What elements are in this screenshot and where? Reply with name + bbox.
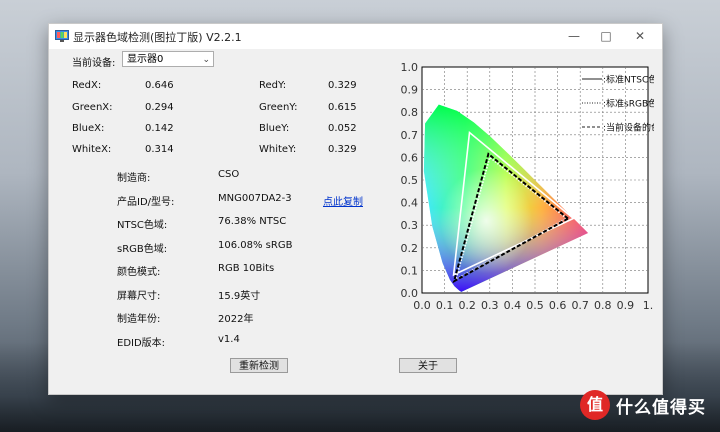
ntsc-value: 76.38% NTSC bbox=[218, 216, 287, 227]
bluey-value: 0.052 bbox=[328, 123, 357, 134]
legend-label-1: :标准sRGB色彩范围 bbox=[603, 98, 654, 110]
whitey-label: WhiteY: bbox=[259, 144, 297, 155]
x-tick-label: 1. bbox=[643, 299, 654, 312]
year-label: 制造年份: bbox=[117, 314, 161, 325]
screen-size-label: 屏幕尺寸: bbox=[117, 291, 161, 302]
device-selected-value: 显示器0 bbox=[127, 54, 164, 65]
y-tick-label: 0.6 bbox=[401, 151, 419, 164]
x-tick-label: 0.8 bbox=[594, 299, 612, 312]
greenx-label: GreenX: bbox=[72, 102, 113, 113]
y-tick-label: 0.2 bbox=[401, 242, 419, 255]
srgb-label: sRGB色域: bbox=[117, 244, 168, 255]
edid-label: EDID版本: bbox=[117, 338, 166, 349]
y-tick-label: 0.4 bbox=[401, 197, 419, 210]
x-tick-label: 0.7 bbox=[571, 299, 589, 312]
ntsc-label: NTSC色域: bbox=[117, 220, 168, 231]
greeny-value: 0.615 bbox=[328, 102, 357, 113]
redy-value: 0.329 bbox=[328, 80, 357, 91]
y-tick-label: 0.3 bbox=[401, 219, 419, 232]
device-select[interactable]: 显示器0 ⌄ bbox=[122, 51, 214, 67]
y-tick-label: 0.8 bbox=[401, 106, 419, 119]
device-label: 当前设备: bbox=[72, 58, 116, 69]
legend-label-2: :当前设备的色彩范围 bbox=[603, 122, 654, 134]
title-bar: 显示器色域检测(图拉丁版) V2.2.1 — □ ✕ bbox=[49, 24, 662, 49]
bluey-label: BlueY: bbox=[259, 123, 290, 134]
x-tick-label: 0.9 bbox=[617, 299, 635, 312]
monitor-icon bbox=[55, 30, 69, 42]
srgb-value: 106.08% sRGB bbox=[218, 240, 293, 251]
cie-chart: 0.0 0.1 0.2 0.3 0.4 0.5 0.6 0.7 0.8 0.9 1. 0.00.10… bbox=[401, 61, 655, 312]
manufacturer-value: CSO bbox=[218, 169, 240, 180]
redetect-button[interactable]: 重新检测 bbox=[230, 358, 288, 373]
whitey-value: 0.329 bbox=[328, 144, 357, 155]
maximize-icon[interactable]: □ bbox=[595, 26, 617, 46]
x-tick-label: 0.1 bbox=[436, 299, 454, 312]
x-tick-label: 0.4 bbox=[504, 299, 522, 312]
x-tick-label: 0.0 bbox=[413, 299, 431, 312]
screen-size-value: 15.9英寸 bbox=[218, 291, 261, 302]
manufacturer-label: 制造商: bbox=[117, 173, 151, 184]
minimize-icon[interactable]: — bbox=[563, 26, 585, 46]
x-tick-label: 0.2 bbox=[458, 299, 476, 312]
year-value: 2022年 bbox=[218, 314, 254, 325]
legend-label-0: :标准NTSC色彩范围 bbox=[603, 74, 654, 86]
y-tick-label: 0.9 bbox=[401, 84, 419, 97]
y-tick-label: 1.0 bbox=[401, 61, 419, 74]
greenx-value: 0.294 bbox=[145, 102, 174, 113]
x-axis-ticks: 0.0 0.1 0.2 0.3 0.4 0.5 0.6 0.7 0.8 0.9 1. bbox=[413, 299, 653, 312]
bluex-value: 0.142 bbox=[145, 123, 174, 134]
y-axis-ticks: 0.0 0.1 0.2 0.3 0.4 0.5 0.6 0.7 0.8 0.9 1.0 bbox=[401, 61, 419, 300]
close-icon[interactable]: ✕ bbox=[629, 26, 651, 46]
x-tick-label: 0.5 bbox=[526, 299, 544, 312]
y-tick-label: 0.0 bbox=[401, 287, 419, 300]
chevron-down-icon: ⌄ bbox=[202, 55, 210, 65]
redy-label: RedY: bbox=[259, 80, 287, 91]
y-tick-label: 0.7 bbox=[401, 129, 419, 142]
whitex-label: WhiteX: bbox=[72, 144, 112, 155]
greeny-label: GreenY: bbox=[259, 102, 298, 113]
edid-value: v1.4 bbox=[218, 334, 240, 345]
x-tick-label: 0.6 bbox=[549, 299, 567, 312]
color-mode-value: RGB 10Bits bbox=[218, 263, 275, 274]
color-mode-label: 颜色模式: bbox=[117, 267, 161, 278]
copy-link[interactable]: 点此复制 bbox=[323, 193, 363, 208]
y-tick-label: 0.5 bbox=[401, 174, 419, 187]
brand-text: 什么值得买 bbox=[616, 397, 706, 418]
window-title: 显示器色域检测(图拉丁版) V2.2.1 bbox=[73, 31, 242, 44]
model-value: MNG007DA2-3 bbox=[218, 193, 292, 204]
watermark: 值 什么值得买 bbox=[580, 390, 706, 420]
app-window: 显示器色域检测(图拉丁版) V2.2.1 — □ ✕ 当前设备: 显示器0 ⌄ … bbox=[48, 23, 663, 395]
whitex-value: 0.314 bbox=[145, 144, 174, 155]
redx-value: 0.646 bbox=[145, 80, 174, 91]
y-tick-label: 0.1 bbox=[401, 264, 419, 277]
redx-label: RedX: bbox=[72, 80, 102, 91]
brand-logo: 值 bbox=[580, 390, 610, 420]
bluex-label: BlueX: bbox=[72, 123, 105, 134]
about-button[interactable]: 关于 bbox=[399, 358, 457, 373]
model-label: 产品ID/型号: bbox=[117, 197, 175, 208]
x-tick-label: 0.3 bbox=[481, 299, 499, 312]
